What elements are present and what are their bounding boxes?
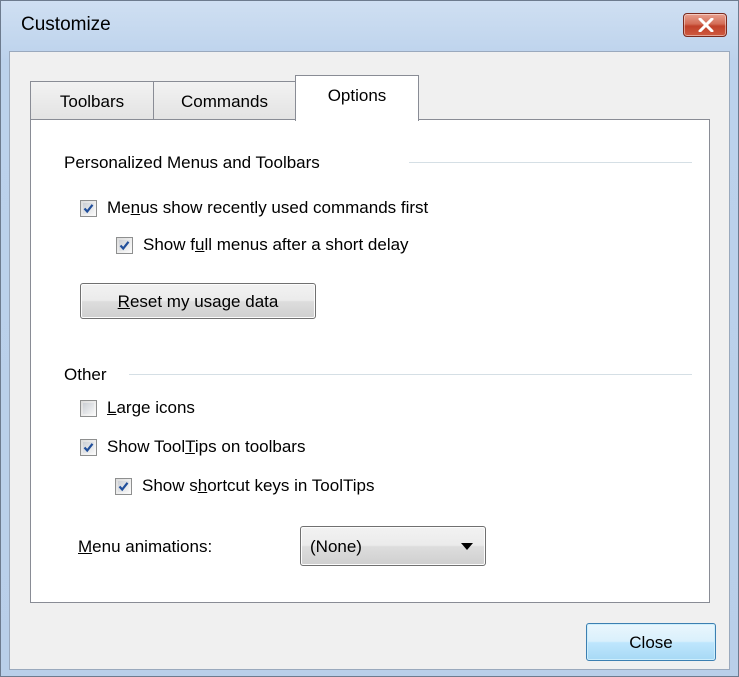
chevron-down-icon [461, 543, 473, 550]
other-group-label: Other [64, 365, 107, 384]
tab-commands-label: Commands [181, 92, 268, 111]
personalized-group-divider [409, 162, 692, 163]
checkmark-icon [83, 204, 94, 214]
options-tab-panel: Personalized Menus and Toolbars Menus sh… [30, 119, 710, 603]
checkmark-icon [118, 482, 129, 492]
title-bar[interactable]: Customize [1, 1, 738, 51]
dialog-client-area: Toolbars Commands Options Personalized M… [9, 51, 730, 670]
menus-recent-checkbox[interactable] [80, 200, 97, 217]
checkmark-icon [83, 443, 94, 453]
tab-toolbars[interactable]: Toolbars [30, 81, 154, 119]
large-icons-option[interactable]: Large icons [80, 398, 260, 422]
menus-recent-label: Menus show recently used commands first [107, 198, 429, 217]
other-group-divider [129, 374, 692, 375]
tab-commands[interactable]: Commands [153, 81, 296, 119]
tab-options-label: Options [327, 86, 387, 105]
show-tooltips-checkbox[interactable] [80, 439, 97, 456]
menu-animations-select[interactable]: (None) [300, 526, 486, 566]
full-menus-label: Show full menus after a short delay [143, 235, 409, 254]
large-icons-checkbox[interactable] [80, 400, 97, 417]
shortcut-keys-checkbox[interactable] [115, 478, 132, 495]
shortcut-keys-option[interactable]: Show shortcut keys in ToolTips [115, 476, 495, 500]
window-title: Customize [21, 14, 111, 35]
menu-animations-value: (None) [310, 537, 362, 556]
full-menus-option[interactable]: Show full menus after a short delay [116, 235, 556, 259]
large-icons-label: Large icons [107, 398, 195, 417]
menu-animations-label: Menu animations: [78, 537, 213, 556]
tab-options[interactable]: Options [295, 75, 419, 121]
show-tooltips-label: Show ToolTips on toolbars [107, 437, 306, 456]
personalized-group-label: Personalized Menus and Toolbars [64, 153, 320, 172]
checkmark-icon [119, 241, 130, 251]
show-tooltips-option[interactable]: Show ToolTips on toolbars [80, 437, 400, 461]
reset-usage-data-label: Reset my usage data [117, 292, 279, 311]
menus-recent-option[interactable]: Menus show recently used commands first [80, 198, 600, 222]
shortcut-keys-label: Show shortcut keys in ToolTips [142, 476, 375, 495]
reset-usage-data-button[interactable]: Reset my usage data [80, 283, 316, 319]
full-menus-checkbox[interactable] [116, 237, 133, 254]
close-button[interactable]: Close [586, 623, 716, 661]
tab-toolbars-label: Toolbars [59, 92, 125, 111]
customize-dialog: Customize Toolbars Commands Options Pers… [0, 0, 739, 677]
close-icon [698, 18, 714, 32]
window-close-button[interactable] [683, 13, 727, 37]
close-button-label: Close [629, 633, 673, 652]
